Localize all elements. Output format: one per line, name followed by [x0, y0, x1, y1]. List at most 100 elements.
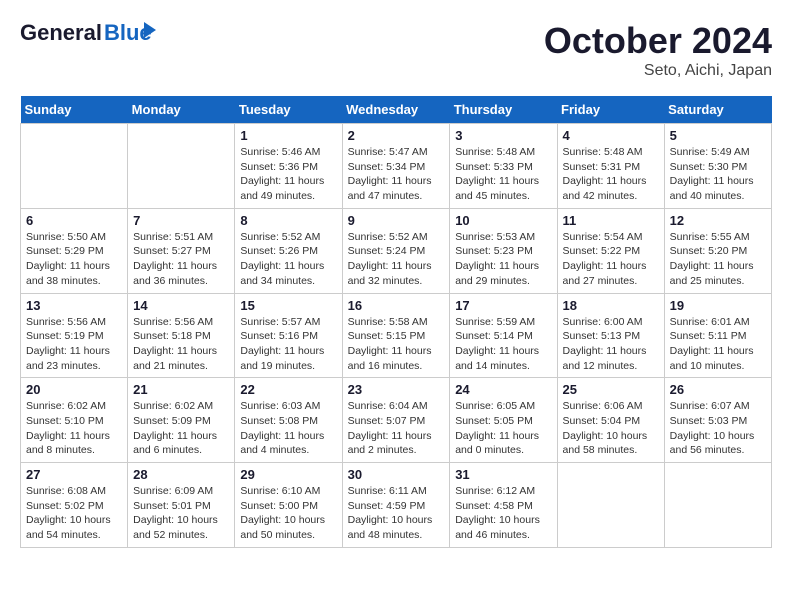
day-number: 6 — [26, 213, 122, 228]
calendar-week-row: 20 Sunrise: 6:02 AMSunset: 5:10 PMDayligh… — [21, 378, 772, 463]
day-number: 25 — [563, 382, 659, 397]
calendar-cell: 6 Sunrise: 5:50 AMSunset: 5:29 PMDaylight… — [21, 208, 128, 293]
day-info: Sunrise: 6:12 AMSunset: 4:58 PMDaylight:… — [455, 484, 551, 543]
day-number: 4 — [563, 128, 659, 143]
calendar-cell: 21 Sunrise: 6:02 AMSunset: 5:09 PMDayligh… — [128, 378, 235, 463]
calendar-body: 1Sunrise: 5:46 AMSunset: 5:36 PMDaylight… — [21, 124, 772, 548]
day-of-week-header: Sunday — [21, 96, 128, 124]
day-number: 26 — [670, 382, 766, 397]
day-info: Sunrise: 5:53 AMSunset: 5:23 PMDaylight:… — [455, 230, 551, 289]
day-info: Sunrise: 5:55 AMSunset: 5:20 PMDaylight:… — [670, 230, 766, 289]
calendar-cell: 24 Sunrise: 6:05 AMSunset: 5:05 PMDayligh… — [450, 378, 557, 463]
day-number: 27 — [26, 467, 122, 482]
calendar-cell: 29Sunrise: 6:10 AMSunset: 5:00 PMDayligh… — [235, 463, 342, 548]
day-number: 28 — [133, 467, 229, 482]
day-number: 23 — [348, 382, 445, 397]
day-info: Sunrise: 5:59 AMSunset: 5:14 PMDaylight:… — [455, 315, 551, 374]
calendar-cell — [557, 463, 664, 548]
day-info: Sunrise: 5:51 AMSunset: 5:27 PMDaylight:… — [133, 230, 229, 289]
calendar-cell: 25 Sunrise: 6:06 AMSunset: 5:04 PMDayligh… — [557, 378, 664, 463]
day-info: Sunrise: 6:00 AMSunset: 5:13 PMDaylight:… — [563, 315, 659, 374]
day-number: 7 — [133, 213, 229, 228]
calendar-cell: 2Sunrise: 5:47 AMSunset: 5:34 PMDaylight… — [342, 124, 450, 209]
day-number: 10 — [455, 213, 551, 228]
calendar-week-row: 1Sunrise: 5:46 AMSunset: 5:36 PMDaylight… — [21, 124, 772, 209]
day-number: 11 — [563, 213, 659, 228]
day-info: Sunrise: 5:56 AMSunset: 5:19 PMDaylight:… — [26, 315, 122, 374]
calendar-cell: 5 Sunrise: 5:49 AMSunset: 5:30 PMDaylight… — [664, 124, 771, 209]
day-info: Sunrise: 5:50 AMSunset: 5:29 PMDaylight:… — [26, 230, 122, 289]
day-of-week-header: Saturday — [664, 96, 771, 124]
day-of-week-header: Thursday — [450, 96, 557, 124]
day-number: 16 — [348, 298, 445, 313]
calendar-cell: 30 Sunrise: 6:11 AMSunset: 4:59 PMDayligh… — [342, 463, 450, 548]
day-info: Sunrise: 5:48 AMSunset: 5:33 PMDaylight:… — [455, 145, 551, 204]
day-info: Sunrise: 6:09 AMSunset: 5:01 PMDaylight:… — [133, 484, 229, 543]
calendar-cell — [21, 124, 128, 209]
day-number: 17 — [455, 298, 551, 313]
calendar-cell: 26 Sunrise: 6:07 AMSunset: 5:03 PMDayligh… — [664, 378, 771, 463]
day-number: 18 — [563, 298, 659, 313]
calendar-cell: 27 Sunrise: 6:08 AMSunset: 5:02 PMDayligh… — [21, 463, 128, 548]
calendar-cell: 18 Sunrise: 6:00 AMSunset: 5:13 PMDayligh… — [557, 293, 664, 378]
calendar-table: SundayMondayTuesdayWednesdayThursdayFrid… — [20, 96, 772, 548]
day-number: 31 — [455, 467, 551, 482]
calendar-cell — [664, 463, 771, 548]
day-info: Sunrise: 6:04 AMSunset: 5:07 PMDaylight:… — [348, 399, 445, 458]
day-info: Sunrise: 5:49 AMSunset: 5:30 PMDaylight:… — [670, 145, 766, 204]
calendar-cell: 3Sunrise: 5:48 AMSunset: 5:33 PMDaylight… — [450, 124, 557, 209]
day-info: Sunrise: 5:46 AMSunset: 5:36 PMDaylight:… — [240, 145, 336, 204]
day-info: Sunrise: 6:11 AMSunset: 4:59 PMDaylight:… — [348, 484, 445, 543]
calendar-cell: 23 Sunrise: 6:04 AMSunset: 5:07 PMDayligh… — [342, 378, 450, 463]
calendar-cell: 15Sunrise: 5:57 AMSunset: 5:16 PMDayligh… — [235, 293, 342, 378]
day-number: 30 — [348, 467, 445, 482]
calendar-cell: 7 Sunrise: 5:51 AMSunset: 5:27 PMDaylight… — [128, 208, 235, 293]
calendar-cell: 16 Sunrise: 5:58 AMSunset: 5:15 PMDayligh… — [342, 293, 450, 378]
calendar-cell: 9Sunrise: 5:52 AMSunset: 5:24 PMDaylight… — [342, 208, 450, 293]
page-header: General Blue October 2024 Seto, Aichi, J… — [20, 20, 772, 80]
day-of-week-header: Monday — [128, 96, 235, 124]
calendar-cell: 1Sunrise: 5:46 AMSunset: 5:36 PMDaylight… — [235, 124, 342, 209]
day-info: Sunrise: 5:54 AMSunset: 5:22 PMDaylight:… — [563, 230, 659, 289]
day-number: 5 — [670, 128, 766, 143]
calendar-cell — [128, 124, 235, 209]
day-number: 21 — [133, 382, 229, 397]
day-number: 12 — [670, 213, 766, 228]
day-info: Sunrise: 6:02 AMSunset: 5:10 PMDaylight:… — [26, 399, 122, 458]
day-info: Sunrise: 5:52 AMSunset: 5:24 PMDaylight:… — [348, 230, 445, 289]
calendar-cell: 20 Sunrise: 6:02 AMSunset: 5:10 PMDayligh… — [21, 378, 128, 463]
day-info: Sunrise: 6:01 AMSunset: 5:11 PMDaylight:… — [670, 315, 766, 374]
calendar-cell: 14 Sunrise: 5:56 AMSunset: 5:18 PMDayligh… — [128, 293, 235, 378]
calendar-cell: 4Sunrise: 5:48 AMSunset: 5:31 PMDaylight… — [557, 124, 664, 209]
day-of-week-header: Wednesday — [342, 96, 450, 124]
calendar-header-row: SundayMondayTuesdayWednesdayThursdayFrid… — [21, 96, 772, 124]
day-info: Sunrise: 6:07 AMSunset: 5:03 PMDaylight:… — [670, 399, 766, 458]
day-info: Sunrise: 5:58 AMSunset: 5:15 PMDaylight:… — [348, 315, 445, 374]
calendar-cell: 11 Sunrise: 5:54 AMSunset: 5:22 PMDayligh… — [557, 208, 664, 293]
day-number: 22 — [240, 382, 336, 397]
day-number: 20 — [26, 382, 122, 397]
day-info: Sunrise: 6:08 AMSunset: 5:02 PMDaylight:… — [26, 484, 122, 543]
day-of-week-header: Tuesday — [235, 96, 342, 124]
calendar-cell: 10 Sunrise: 5:53 AMSunset: 5:23 PMDayligh… — [450, 208, 557, 293]
day-number: 8 — [240, 213, 336, 228]
day-number: 14 — [133, 298, 229, 313]
day-info: Sunrise: 6:05 AMSunset: 5:05 PMDaylight:… — [455, 399, 551, 458]
day-info: Sunrise: 6:10 AMSunset: 5:00 PMDaylight:… — [240, 484, 336, 543]
calendar-cell: 31 Sunrise: 6:12 AMSunset: 4:58 PMDayligh… — [450, 463, 557, 548]
calendar-cell: 12 Sunrise: 5:55 AMSunset: 5:20 PMDayligh… — [664, 208, 771, 293]
calendar-cell: 13 Sunrise: 5:56 AMSunset: 5:19 PMDayligh… — [21, 293, 128, 378]
calendar-week-row: 6 Sunrise: 5:50 AMSunset: 5:29 PMDaylight… — [21, 208, 772, 293]
title-block: October 2024 Seto, Aichi, Japan — [544, 20, 772, 80]
day-info: Sunrise: 5:56 AMSunset: 5:18 PMDaylight:… — [133, 315, 229, 374]
calendar-cell: 22 Sunrise: 6:03 AMSunset: 5:08 PMDayligh… — [235, 378, 342, 463]
logo: General Blue — [20, 20, 152, 46]
day-number: 13 — [26, 298, 122, 313]
day-info: Sunrise: 6:03 AMSunset: 5:08 PMDaylight:… — [240, 399, 336, 458]
day-number: 15 — [240, 298, 336, 313]
day-info: Sunrise: 6:06 AMSunset: 5:04 PMDaylight:… — [563, 399, 659, 458]
day-number: 2 — [348, 128, 445, 143]
day-number: 24 — [455, 382, 551, 397]
day-info: Sunrise: 6:02 AMSunset: 5:09 PMDaylight:… — [133, 399, 229, 458]
calendar-week-row: 27 Sunrise: 6:08 AMSunset: 5:02 PMDayligh… — [21, 463, 772, 548]
